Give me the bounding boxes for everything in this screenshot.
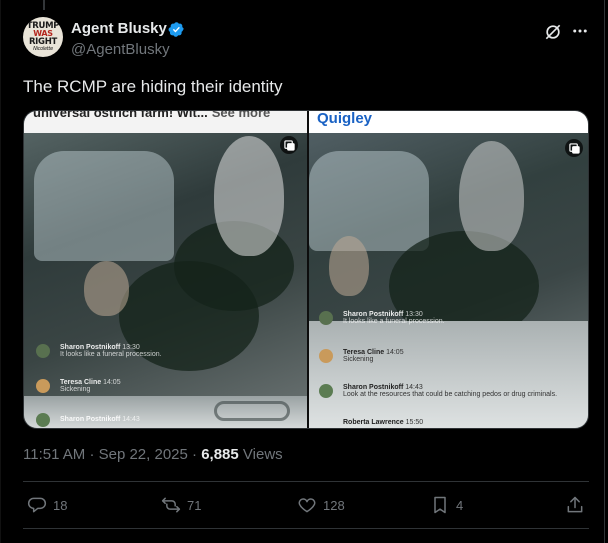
comment-name: Sharon Postnikoff [60,344,121,351]
comment-avatar [36,413,50,427]
comment-text: Sickening [60,386,91,393]
repost-icon [161,497,181,513]
comment-time: 14:43 [405,384,423,391]
frame-edge [0,0,1,543]
avatar-signature: Nicolette [33,46,53,52]
post-time[interactable]: 11:51 AM [23,446,85,463]
comment-text: It looks like a funeral procession. [343,318,445,325]
overlay-comment: Sharon Postnikoff 13:30 It looks like a … [60,344,162,358]
bookmark-icon [434,496,446,514]
overlay-comment: Teresa Cline 14:05 Sickening [343,349,404,363]
comment-time: 13:30 [405,311,423,318]
verified-badge-icon [168,22,184,37]
person-silhouette [459,141,524,251]
video-frame-right: Quigley Sharon Postnikoff 13:30 It looks… [309,111,588,428]
comment-time: 15:50 [405,419,424,426]
reply-button[interactable]: 18 [27,494,67,516]
separator-dot: · [89,446,95,463]
comment-text: Sickening [343,356,374,363]
separator-dot: · [192,446,198,463]
overlay-comment: Teresa Cline 14:05 Sickening [60,379,121,393]
post-date[interactable]: Sep 22, 2025 [99,446,188,463]
door-handle [214,401,290,421]
person-silhouette [84,261,129,316]
person-silhouette [214,136,284,256]
frame-edge [604,0,605,543]
overlay-comment: Sharon Postnikoff 14:43 Look at the reso… [343,384,557,398]
overlay-comment: Roberta Lawrence 15:50 [343,419,423,426]
window-reflection [34,151,174,261]
comment-time: 14:43 [122,416,140,423]
comment-text: It looks like a funeral procession. [60,351,162,358]
overlay-comment: Sharon Postnikoff 14:43 [60,416,140,423]
repost-button[interactable]: 71 [161,494,201,516]
grok-icon[interactable] [543,22,563,42]
avatar[interactable]: TRUMP WAS RIGHT Nicolette [23,17,63,57]
like-button[interactable]: 128 [297,494,345,516]
reply-icon [27,497,47,513]
views-count: 6,885 [201,446,239,463]
overlay-comment: Sharon Postnikoff 13:30 It looks like a … [343,311,445,325]
tweet-text: The RCMP are hiding their identity [23,77,283,96]
comment-name: Sharon Postnikoff [60,416,121,423]
divider [23,528,589,529]
comment-name: Roberta Lawrence [343,419,404,426]
share-icon [567,496,583,513]
repost-count: 71 [187,497,202,513]
pip-icon[interactable] [565,139,583,157]
thread-line [43,0,45,10]
comment-name: Sharon Postnikoff [343,311,404,318]
comment-name: Sharon Postnikoff [343,384,404,391]
comment-time: 14:05 [103,379,121,386]
like-icon [298,498,316,513]
caption-text: universal ostrich farm! Wit... [33,111,208,120]
comment-avatar [319,349,333,363]
comment-time: 14:05 [386,349,404,356]
reply-count: 18 [53,497,68,513]
avatar-text-line: RIGHT [28,37,58,47]
pip-icon[interactable] [280,136,298,154]
person-silhouette [329,236,369,296]
video-caption: Quigley [309,111,588,133]
comment-avatar [319,311,333,325]
comment-avatar [36,344,50,358]
share-button[interactable] [565,494,591,516]
divider [23,481,589,482]
bookmark-button[interactable]: 4 [430,494,463,516]
comment-name: Teresa Cline [343,349,385,356]
comment-avatar [36,379,50,393]
comment-avatar [319,384,333,398]
comment-text: Look at the resources that could be catc… [343,391,558,398]
more-icon[interactable] [571,22,589,40]
display-name[interactable]: Agent Blusky [71,20,167,37]
comment-time: 13:30 [122,344,140,351]
like-count: 128 [323,497,345,513]
window-reflection [309,151,429,251]
handle[interactable]: @AgentBlusky [71,41,170,58]
views-label: Views [242,446,283,463]
media-image[interactable]: universal ostrich farm! Wit... See more S… [23,110,589,429]
timestamp-row: 11:51 AM · Sep 22, 2025 · 6,885 Views [23,446,283,463]
comment-name: Teresa Cline [60,379,102,386]
car-door [309,321,588,428]
see-more-link[interactable]: See more [212,111,271,120]
video-frame-left: universal ostrich farm! Wit... See more S… [24,111,307,428]
video-caption: universal ostrich farm! Wit... See more [24,111,307,133]
bookmark-count: 4 [456,497,464,513]
